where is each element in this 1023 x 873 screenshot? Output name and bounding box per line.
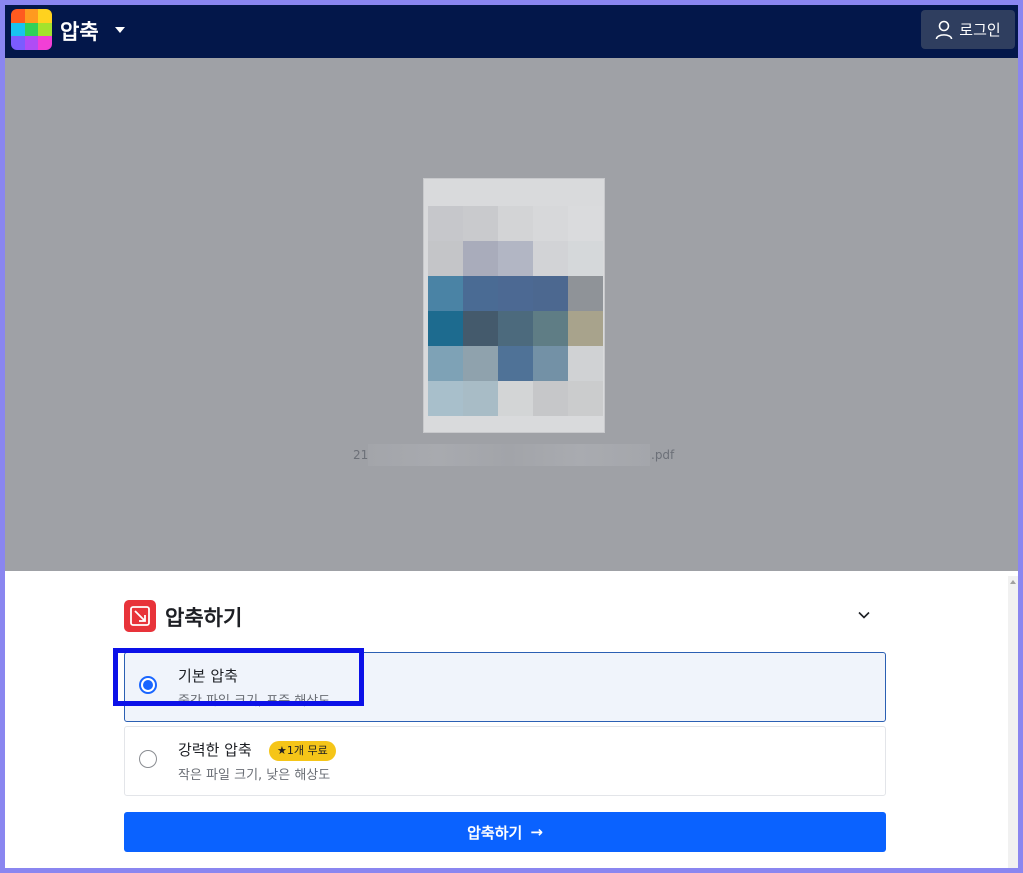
file-name-extension: .pdf [651, 448, 675, 462]
mosaic-tile [533, 276, 568, 311]
mosaic-tile [498, 346, 533, 381]
mosaic-tile [428, 311, 463, 346]
logo-tile [24, 36, 39, 50]
pdf-thumbnail[interactable] [423, 178, 605, 433]
mosaic-tile [428, 381, 463, 416]
mosaic-tile [463, 276, 498, 311]
mosaic-tile [533, 346, 568, 381]
panel-scrollbar[interactable] [1008, 576, 1018, 868]
mosaic-tile [428, 276, 463, 311]
logo-tile [38, 22, 52, 37]
compress-arrows-icon [130, 606, 150, 626]
mosaic-tile [463, 381, 498, 416]
file-name-redacted [368, 444, 650, 466]
mosaic-tile [568, 346, 603, 381]
radio-strong-compression[interactable] [139, 750, 157, 768]
mosaic-tile [568, 206, 603, 241]
scroll-up-arrow-icon[interactable] [1010, 580, 1016, 584]
compress-tool-icon [124, 600, 156, 632]
app-title[interactable]: 압축 [60, 16, 99, 46]
mosaic-tile [428, 346, 463, 381]
panel-title: 압축하기 [165, 606, 243, 630]
mosaic-tile [533, 381, 568, 416]
app-window: 압축 로그인 21 .pdf 압축하기 기본 압축 중간 파일 크기, 표준 해… [5, 5, 1018, 868]
mosaic-tile [533, 206, 568, 241]
login-label: 로그인 [959, 21, 1001, 39]
mosaic-tile [498, 311, 533, 346]
logo-tile [11, 36, 25, 50]
user-icon [935, 20, 953, 39]
compress-button-label: 압축하기 [467, 823, 523, 842]
mosaic-tile [498, 206, 533, 241]
mosaic-tile [463, 346, 498, 381]
mosaic-tile [498, 276, 533, 311]
mosaic-tile [463, 311, 498, 346]
mosaic-tile [428, 206, 463, 241]
mosaic-tile [463, 206, 498, 241]
logo-tile [24, 22, 39, 37]
logo-tile [24, 9, 39, 23]
compress-button[interactable]: 압축하기 → [124, 812, 886, 852]
chevron-down-icon[interactable] [857, 608, 871, 622]
mosaic-tile [568, 311, 603, 346]
option-strong-compression[interactable]: 강력한 압축 ★1개 무료 작은 파일 크기, 낮은 해상도 [124, 726, 886, 796]
highlight-annotation-box [113, 648, 364, 706]
logo-tile [11, 9, 25, 23]
mosaic-tile [498, 381, 533, 416]
thumbnail-mosaic [428, 206, 603, 431]
logo-tile [11, 22, 25, 37]
mosaic-tile [533, 311, 568, 346]
caret-down-icon[interactable] [115, 27, 125, 33]
mosaic-tile [568, 276, 603, 311]
mosaic-tile [568, 381, 603, 416]
document-preview-area: 21 .pdf [5, 58, 1018, 571]
option-description: 작은 파일 크기, 낮은 해상도 [178, 768, 331, 783]
top-navigation-bar: 압축 로그인 [5, 5, 1018, 58]
login-button[interactable]: 로그인 [921, 10, 1015, 49]
free-badge: ★1개 무료 [269, 741, 336, 761]
file-name-start: 21 [353, 448, 369, 462]
file-name: 21 .pdf [353, 444, 678, 466]
arrow-right-icon: → [530, 823, 543, 841]
mosaic-tile [428, 241, 463, 276]
logo-tile [38, 36, 52, 50]
option-title: 강력한 압축 [178, 741, 252, 759]
mosaic-tile [463, 241, 498, 276]
mosaic-tile [498, 241, 533, 276]
mosaic-tile [568, 241, 603, 276]
app-logo-icon[interactable] [11, 9, 52, 50]
logo-tile [38, 9, 52, 23]
mosaic-tile [533, 241, 568, 276]
